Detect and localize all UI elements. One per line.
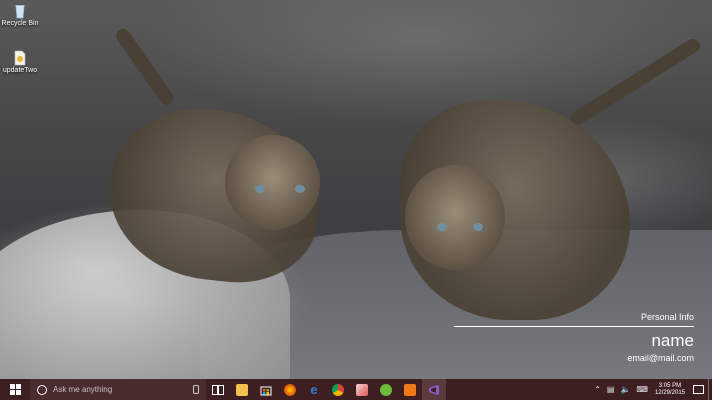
taskbar-file-explorer[interactable] — [230, 379, 254, 400]
cub-tail-left — [113, 26, 177, 108]
cortana-icon — [37, 384, 47, 395]
visual-studio-icon — [429, 384, 439, 395]
desktop-icon-updatetwo[interactable]: updateTwo — [0, 50, 44, 74]
utorrent-icon — [380, 383, 392, 396]
cub-head-right — [405, 165, 505, 270]
taskbar-chrome[interactable] — [326, 379, 350, 400]
taskbar-visual-studio[interactable] — [422, 379, 446, 400]
taskbar-paint[interactable] — [350, 379, 374, 400]
taskbar-utorrent[interactable] — [374, 379, 398, 400]
taskbar-edge[interactable]: e — [302, 379, 326, 400]
cortana-search-box[interactable]: Ask me anything — [30, 379, 206, 400]
task-view-icon — [212, 384, 224, 395]
keyboard-icon[interactable]: ⌨ — [636, 385, 648, 394]
eye — [295, 185, 305, 193]
volume-icon[interactable]: 🔈 — [620, 385, 630, 394]
personal-info-name: name — [651, 331, 694, 350]
network-icon[interactable]: ▤ — [607, 385, 615, 394]
paint-icon — [356, 383, 368, 396]
desktop-icon-label: updateTwo — [2, 67, 38, 74]
system-clock[interactable]: 3:05 PM 12/29/2015 — [655, 383, 685, 397]
clock-time: 3:05 PM — [658, 382, 682, 389]
file-icon — [14, 50, 26, 66]
clock-date: 12/29/2015 — [654, 389, 685, 396]
firefox-icon — [284, 383, 296, 396]
personal-info-title: Personal Info — [640, 312, 694, 322]
eye — [255, 185, 265, 193]
taskbar-app-orange[interactable] — [398, 379, 422, 400]
app-icon — [404, 383, 416, 396]
recycle-bin-icon — [15, 5, 25, 19]
cub-tail-right — [567, 36, 703, 128]
eye — [437, 223, 447, 231]
store-bag-icon — [260, 386, 272, 395]
action-center-icon[interactable] — [693, 385, 704, 394]
start-button[interactable] — [0, 379, 30, 400]
system-tray: ⌃ ▤ 🔈 ⌨ 3:05 PM 12/29/2015 — [591, 379, 712, 400]
cub-head-left — [225, 135, 320, 230]
personal-info-email: email@mail.com — [627, 353, 694, 363]
show-desktop-button[interactable] — [708, 379, 712, 400]
desktop-icon-label: Recycle Bin — [1, 20, 39, 27]
taskbar-store[interactable] — [254, 379, 278, 400]
edge-icon: e — [310, 381, 318, 397]
windows-logo-icon — [9, 384, 21, 395]
personal-info-divider — [454, 326, 694, 327]
taskbar: Ask me anything e ⌃ ▤ 🔈 ⌨ 3:05 PM 12/29/… — [0, 379, 712, 400]
folder-icon — [236, 383, 248, 396]
desktop-icon-recycle-bin[interactable]: Recycle Bin — [0, 3, 44, 27]
task-view-button[interactable] — [206, 379, 230, 400]
personal-info-panel: Personal Info name email@mail.com — [454, 312, 694, 363]
show-hidden-icons-chevron-icon[interactable]: ⌃ — [594, 385, 601, 394]
search-placeholder: Ask me anything — [53, 385, 113, 394]
taskbar-firefox[interactable] — [278, 379, 302, 400]
eye — [473, 223, 483, 231]
microphone-icon[interactable] — [193, 385, 199, 394]
chrome-icon — [332, 383, 344, 396]
